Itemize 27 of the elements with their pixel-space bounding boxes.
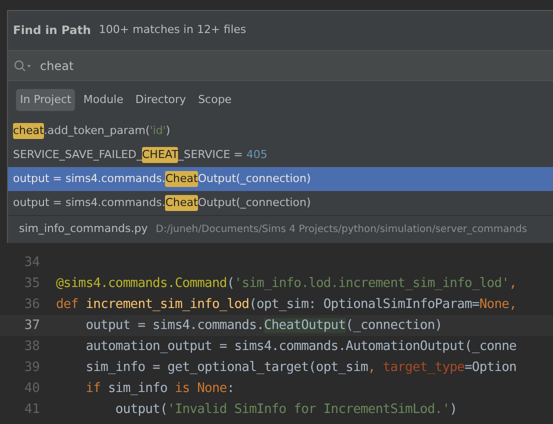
line-number: 34: [23, 254, 40, 272]
line-number: 36: [23, 296, 40, 314]
scope-tab[interactable]: Directory: [131, 88, 190, 112]
code-line: def increment_sim_info_lod(opt_sim: OptionalSimInfoParam=None,: [56, 296, 516, 314]
code-line: automation_output = sims4.commands.AutomationOutput(_conne: [84, 338, 516, 356]
file-path: D:/juneh/Documents/Sims 4 Projects/python/simulation/server_commands: [156, 223, 528, 237]
scope-tab[interactable]: Scope: [194, 88, 236, 112]
scope-tab[interactable]: Module: [79, 88, 128, 112]
code-line: sim_info = get_optional_target(opt_sim, target_type=Option: [84, 358, 516, 377]
search-result[interactable]: output = sims4.commands.CheatOutput(_connection): [8, 191, 553, 215]
line-number: 37: [23, 316, 40, 335]
code-line: output = sims4.commands.CheatOutput(_connection): [84, 316, 442, 335]
code-line: output('Invalid SimInfo for IncrementSimLod.'): [114, 400, 458, 419]
file-name: sim_info_commands.py: [19, 221, 148, 238]
line-number: 41: [23, 400, 40, 419]
search-icon[interactable]: [14, 60, 32, 72]
code-line: @sims4.commands.Command('sim_info.lod.increment_sim_info_lod',: [56, 274, 516, 293]
line-number: 39: [23, 358, 40, 377]
code-line: if sim_info is None:: [84, 380, 234, 398]
scope-tab[interactable]: In Project: [16, 88, 76, 112]
line-number: 38: [23, 338, 40, 356]
search-result[interactable]: cheat.add_token_param('id'): [8, 119, 553, 143]
line-number: 40: [23, 380, 40, 398]
dialog-title: Find in Path: [13, 22, 91, 39]
match-summary: 100+ matches in 12+ files: [98, 22, 246, 38]
search-result[interactable]: output = sims4.commands.CheatOutput(_connection): [8, 167, 553, 191]
line-number: 35: [23, 274, 40, 293]
